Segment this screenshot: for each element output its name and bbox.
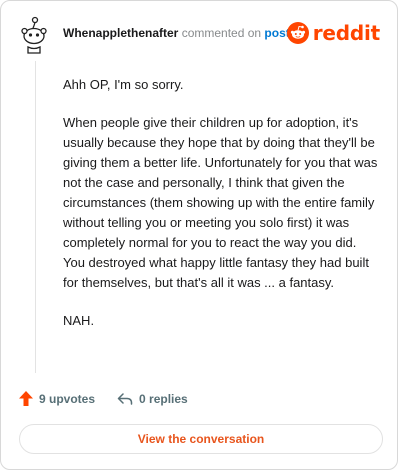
action-text: commented on bbox=[181, 26, 262, 40]
username[interactable]: Whenapplethenafter bbox=[63, 26, 178, 40]
comment-body: Ahh OP, I'm so sorry. When people give t… bbox=[63, 75, 381, 349]
thread-line bbox=[35, 61, 36, 373]
view-conversation-label: View the conversation bbox=[137, 432, 265, 446]
upvotes-button[interactable]: 9 upvotes bbox=[19, 391, 95, 406]
upvotes-count: 9 upvotes bbox=[39, 391, 96, 406]
reddit-brand[interactable]: reddit bbox=[286, 21, 380, 45]
comment-actions: 9 upvotes 0 replies bbox=[19, 391, 188, 406]
view-conversation-button[interactable]: View the conversation bbox=[19, 424, 383, 454]
comment-paragraph: NAH. bbox=[63, 313, 95, 328]
upvote-arrow-icon bbox=[19, 391, 33, 406]
reddit-wordmark: reddit bbox=[312, 21, 380, 45]
reply-arrow-icon bbox=[117, 392, 133, 405]
replies-button[interactable]: 0 replies bbox=[117, 392, 188, 406]
replies-count: 0 replies bbox=[139, 391, 188, 406]
comment-embed-card: Whenapplethenafter commented on post red… bbox=[0, 0, 398, 470]
reddit-logo-icon bbox=[286, 22, 309, 44]
comment-paragraph: Ahh OP, I'm so sorry. bbox=[63, 77, 184, 92]
comment-header: Whenapplethenafter commented on post bbox=[63, 26, 290, 40]
comment-paragraph: When people give their children up for a… bbox=[63, 115, 378, 290]
snoo-avatar-icon[interactable] bbox=[19, 15, 49, 55]
